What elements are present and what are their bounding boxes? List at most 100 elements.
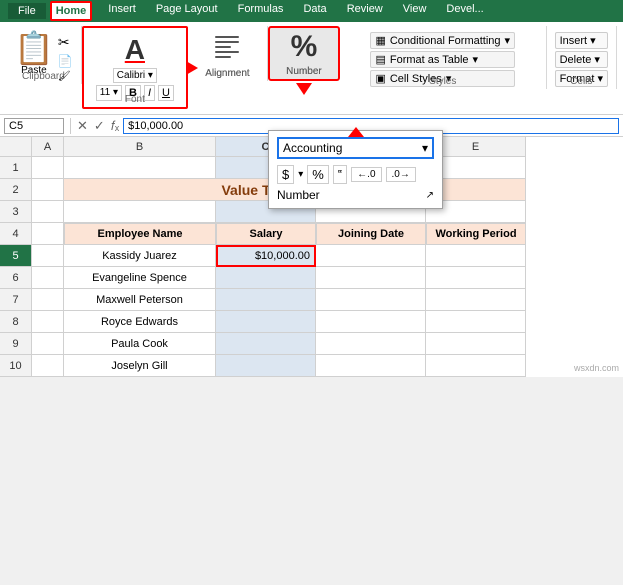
percent-symbol: % bbox=[291, 30, 318, 64]
col-header-a[interactable]: A bbox=[32, 137, 64, 157]
watermark: wsxdn.com bbox=[574, 363, 619, 373]
view-menu-item[interactable]: View bbox=[399, 1, 431, 21]
col-header-b[interactable]: B bbox=[64, 137, 216, 157]
cell-d6[interactable] bbox=[316, 267, 426, 289]
cell-e4-header[interactable]: Working Period bbox=[426, 223, 526, 245]
cell-d5[interactable] bbox=[316, 245, 426, 267]
increase-decimal-btn[interactable]: .0→ bbox=[386, 167, 416, 182]
cell-c4-header[interactable]: Salary bbox=[216, 223, 316, 245]
row-header-9[interactable]: 9 bbox=[0, 333, 32, 355]
row-9: 9 Paula Cook bbox=[0, 333, 623, 355]
cell-d10[interactable] bbox=[316, 355, 426, 377]
font-letter: A bbox=[125, 34, 145, 66]
row-header-1[interactable]: 1 bbox=[0, 157, 32, 179]
cell-a2[interactable] bbox=[32, 179, 64, 201]
font-name-dropdown[interactable]: Calibri ▾ bbox=[113, 68, 157, 83]
row-header-6[interactable]: 6 bbox=[0, 267, 32, 289]
italic-button[interactable]: I bbox=[144, 85, 155, 101]
number-icon[interactable]: % bbox=[291, 30, 318, 64]
cell-c9[interactable] bbox=[216, 333, 316, 355]
cell-b1[interactable] bbox=[64, 157, 216, 179]
format-as-table-button[interactable]: ▤ Format as Table ▾ bbox=[370, 51, 515, 68]
alignment-icon[interactable] bbox=[215, 36, 239, 58]
insert-menu-item[interactable]: Insert bbox=[104, 1, 140, 21]
row-header-3[interactable]: 3 bbox=[0, 201, 32, 223]
format-as-table-label: Format as Table bbox=[390, 54, 469, 66]
cell-d7[interactable] bbox=[316, 289, 426, 311]
cell-reference-input[interactable] bbox=[4, 118, 64, 134]
review-menu-item[interactable]: Review bbox=[343, 1, 387, 21]
popup-arrow-up bbox=[348, 127, 364, 137]
cell-e7[interactable] bbox=[426, 289, 526, 311]
accounting-select[interactable]: Accounting ▾ bbox=[277, 137, 434, 159]
cell-c6[interactable] bbox=[216, 267, 316, 289]
copy-icon[interactable]: 📄 bbox=[58, 54, 73, 68]
formulas-menu-item[interactable]: Formulas bbox=[234, 1, 288, 21]
cell-a5[interactable] bbox=[32, 245, 64, 267]
cell-b4-header[interactable]: Employee Name bbox=[64, 223, 216, 245]
delete-button[interactable]: Delete ▾ bbox=[555, 51, 608, 68]
cell-b9[interactable]: Paula Cook bbox=[64, 333, 216, 355]
accounting-dropdown-popup: Accounting ▾ $ ▾ % ‟ ←.0 .0→ Number ↗ bbox=[268, 130, 443, 209]
cell-c7[interactable] bbox=[216, 289, 316, 311]
row-header-4[interactable]: 4 bbox=[0, 223, 32, 245]
comma-btn[interactable]: ‟ bbox=[333, 165, 347, 184]
home-menu-item[interactable]: Home bbox=[50, 1, 93, 21]
cell-b8[interactable]: Royce Edwards bbox=[64, 311, 216, 333]
dollar-btn[interactable]: $ bbox=[277, 165, 294, 184]
expand-icon[interactable]: ↗ bbox=[426, 190, 434, 201]
cell-d8[interactable] bbox=[316, 311, 426, 333]
menu-bar: File Home Insert Page Layout Formulas Da… bbox=[0, 0, 623, 22]
font-size-dropdown[interactable]: 11 ▾ bbox=[96, 85, 122, 101]
formula-icons: ✕ ✓ 𝑓ₓ bbox=[77, 118, 119, 134]
cell-e10[interactable] bbox=[426, 355, 526, 377]
insert-function-icon[interactable]: 𝑓ₓ bbox=[111, 118, 119, 134]
row-header-8[interactable]: 8 bbox=[0, 311, 32, 333]
row-header-5[interactable]: 5 bbox=[0, 245, 32, 267]
data-menu-item[interactable]: Data bbox=[299, 1, 330, 21]
cell-e9[interactable] bbox=[426, 333, 526, 355]
file-menu[interactable]: File bbox=[8, 3, 46, 19]
decrease-decimal-btn[interactable]: ←.0 bbox=[351, 167, 381, 182]
cell-a1[interactable] bbox=[32, 157, 64, 179]
clipboard-label: Clipboard bbox=[22, 71, 65, 82]
page-layout-menu-item[interactable]: Page Layout bbox=[152, 1, 222, 21]
cell-a6[interactable] bbox=[32, 267, 64, 289]
percent-btn[interactable]: % bbox=[307, 165, 329, 184]
cell-a9[interactable] bbox=[32, 333, 64, 355]
cell-a10[interactable] bbox=[32, 355, 64, 377]
underline-button[interactable]: U bbox=[158, 85, 174, 101]
cell-a4[interactable] bbox=[32, 223, 64, 245]
cell-b6[interactable]: Evangeline Spence bbox=[64, 267, 216, 289]
row-header-2[interactable]: 2 bbox=[0, 179, 32, 201]
cell-e5[interactable] bbox=[426, 245, 526, 267]
cell-b10[interactable]: Joselyn Gill bbox=[64, 355, 216, 377]
confirm-formula-icon[interactable]: ✓ bbox=[94, 118, 105, 134]
fat-icon: ▤ bbox=[375, 53, 385, 66]
cell-a8[interactable] bbox=[32, 311, 64, 333]
cell-a7[interactable] bbox=[32, 289, 64, 311]
cell-b3[interactable] bbox=[64, 201, 216, 223]
cell-a3[interactable] bbox=[32, 201, 64, 223]
cell-e6[interactable] bbox=[426, 267, 526, 289]
cell-d9[interactable] bbox=[316, 333, 426, 355]
cut-icon[interactable]: ✂ bbox=[58, 34, 73, 51]
conditional-formatting-button[interactable]: ▦ Conditional Formatting ▾ bbox=[370, 32, 515, 49]
devel-menu-item[interactable]: Devel... bbox=[442, 1, 487, 21]
row-4: 4 Employee Name Salary Joining Date Work… bbox=[0, 223, 623, 245]
paste-button[interactable]: 📋 Paste bbox=[14, 32, 54, 76]
number-group: % Number Number bbox=[268, 26, 340, 81]
cancel-formula-icon[interactable]: ✕ bbox=[77, 118, 88, 134]
row-header-7[interactable]: 7 bbox=[0, 289, 32, 311]
cell-c5[interactable]: $10,000.00 bbox=[216, 245, 316, 267]
align-line-3 bbox=[215, 46, 231, 48]
cell-b5[interactable]: Kassidy Juarez bbox=[64, 245, 216, 267]
cell-c10[interactable] bbox=[216, 355, 316, 377]
insert-button[interactable]: Insert ▾ bbox=[555, 32, 608, 49]
dollar-dropdown-icon[interactable]: ▾ bbox=[298, 169, 303, 180]
cell-c8[interactable] bbox=[216, 311, 316, 333]
row-header-10[interactable]: 10 bbox=[0, 355, 32, 377]
cell-e8[interactable] bbox=[426, 311, 526, 333]
cell-d4-header[interactable]: Joining Date bbox=[316, 223, 426, 245]
cell-b7[interactable]: Maxwell Peterson bbox=[64, 289, 216, 311]
